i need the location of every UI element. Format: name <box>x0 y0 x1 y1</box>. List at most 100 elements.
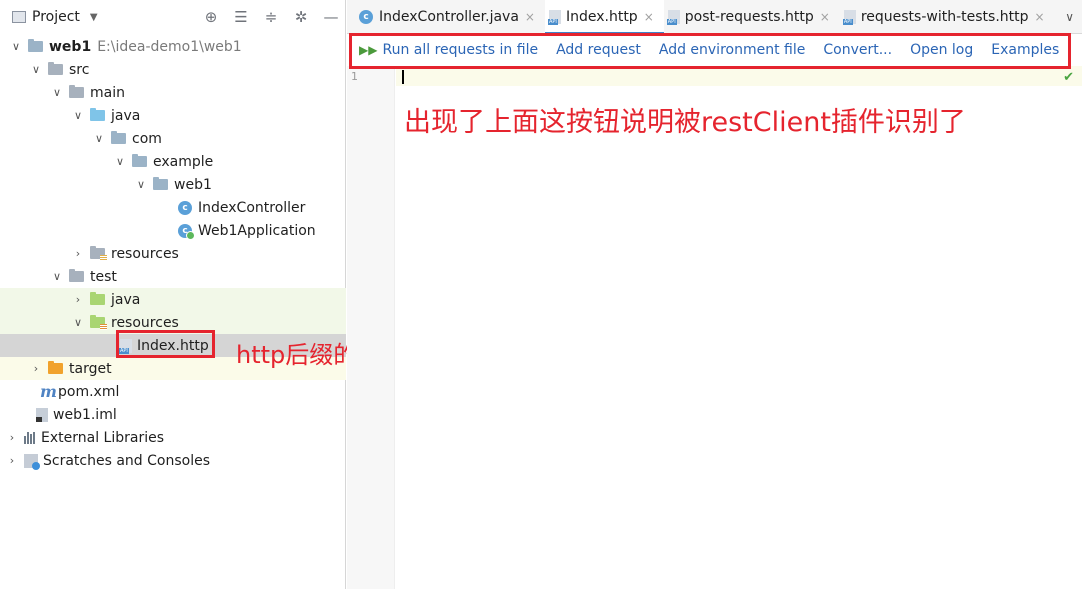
current-line-highlight <box>396 66 1082 86</box>
editor-gutter <box>347 66 395 589</box>
chevron-down-icon: ▼ <box>89 11 98 23</box>
chevron-down-icon[interactable]: ∨ <box>135 178 147 191</box>
class-icon: c <box>359 9 373 24</box>
tree-item-src[interactable]: ∨ src <box>0 58 346 81</box>
project-window-icon <box>12 11 26 23</box>
tree-item-pom-xml[interactable]: ∨ m pom.xml <box>0 380 346 403</box>
chevron-down-icon[interactable]: ∨ <box>72 109 84 122</box>
close-icon[interactable]: × <box>525 10 535 24</box>
scratches-icon <box>24 453 40 470</box>
close-icon[interactable]: × <box>644 10 654 24</box>
run-all-label: Run all requests in file <box>382 42 539 58</box>
tab-indexcontroller-java[interactable]: c IndexController.java × <box>355 0 545 34</box>
library-icon <box>24 431 35 444</box>
close-icon[interactable]: × <box>820 10 830 24</box>
tree-item-label: web1 <box>174 176 212 193</box>
tree-item-label: Index.http <box>137 337 209 354</box>
chevron-right-icon[interactable]: › <box>6 454 18 467</box>
chevron-down-icon[interactable]: ∨ <box>72 316 84 329</box>
tree-item-com[interactable]: ∨ com <box>0 127 346 150</box>
module-path: E:\idea-demo1\web1 <box>97 38 242 55</box>
tree-item-web1-iml[interactable]: web1.iml <box>0 403 346 426</box>
class-icon: c <box>178 200 192 215</box>
add-environment-file-button[interactable]: Add environment file <box>659 42 806 58</box>
chevron-down-icon[interactable]: ∨ <box>93 132 105 145</box>
add-request-button[interactable]: Add request <box>556 42 641 58</box>
tree-item-label: example <box>153 153 214 170</box>
resources-folder-icon <box>90 246 107 261</box>
checkmark-icon: ✔ <box>1063 70 1074 85</box>
tree-item-label: Scratches and Consoles <box>43 452 210 469</box>
chevron-right-icon[interactable]: › <box>72 247 84 260</box>
annotation-toolbar-note: 出现了上面这按钮说明被restClient插件识别了 <box>404 107 966 138</box>
tree-item-indexcontroller[interactable]: ∨ c IndexController <box>0 196 346 219</box>
folder-icon <box>69 269 84 282</box>
project-panel-title: Project <box>32 9 80 25</box>
test-source-folder-icon <box>90 292 105 305</box>
tree-item-main-resources[interactable]: › resources <box>0 242 346 265</box>
tab-label: Index.http <box>565 8 638 25</box>
tree-item-label: web1.iml <box>53 406 117 423</box>
chevron-down-icon[interactable]: ∨ <box>51 86 63 99</box>
iml-file-icon <box>36 407 48 422</box>
test-resources-folder-icon <box>90 315 107 330</box>
tree-item-label: External Libraries <box>41 429 164 446</box>
tree-item-web1-package[interactable]: ∨ web1 <box>0 173 346 196</box>
tree-item-scratches-and-consoles[interactable]: › Scratches and Consoles <box>0 449 346 472</box>
chevron-down-icon[interactable]: ∨ <box>114 155 126 168</box>
chevron-right-icon[interactable]: › <box>30 362 42 375</box>
expand-all-icon[interactable]: ≑ <box>263 8 279 26</box>
tree-item-label: pom.xml <box>58 383 120 400</box>
project-panel-header: Project ▼ ⊕ ☰ ≑ ✲ — <box>0 0 345 34</box>
tree-item-test[interactable]: ∨ test <box>0 265 346 288</box>
tree-item-label: IndexController <box>198 199 306 216</box>
tree-item-test-java[interactable]: › java <box>0 288 346 311</box>
http-file-icon <box>666 9 680 25</box>
chevron-down-icon[interactable]: ∨ <box>51 270 63 283</box>
source-folder-icon <box>90 108 105 121</box>
project-header-tools: ⊕ ☰ ≑ ✲ — <box>203 8 339 26</box>
maven-icon: m <box>40 382 57 401</box>
line-number: 1 <box>351 70 358 83</box>
project-tool-window: Project ▼ ⊕ ☰ ≑ ✲ — ∨ web1 E:\idea-demo1… <box>0 0 346 589</box>
chevron-right-icon[interactable]: › <box>72 293 84 306</box>
tree-item-label: Web1Application <box>198 222 316 239</box>
run-all-requests-button[interactable]: ▶▶ Run all requests in file <box>359 42 538 58</box>
tab-post-requests-http[interactable]: post-requests.http × <box>664 0 840 34</box>
tree-item-label: web1 <box>49 38 92 55</box>
tab-requests-with-tests-http[interactable]: requests-with-tests.http × <box>840 0 1055 34</box>
editor-tab-bar: c IndexController.java × Index.http × po… <box>347 0 1082 35</box>
hide-panel-icon[interactable]: — <box>323 8 339 26</box>
gear-icon[interactable]: ✲ <box>293 8 309 26</box>
run-all-icon: ▶▶ <box>359 43 378 57</box>
tree-item-external-libraries[interactable]: › External Libraries <box>0 426 346 449</box>
chevron-down-icon[interactable]: ∨ <box>1065 10 1074 24</box>
http-file-icon <box>842 9 856 25</box>
http-file-icon <box>547 9 561 25</box>
tree-item-main-java[interactable]: ∨ java <box>0 104 346 127</box>
tree-item-label: java <box>111 107 141 124</box>
close-icon[interactable]: × <box>1035 10 1045 24</box>
project-view-selector[interactable]: Project ▼ <box>12 9 98 25</box>
examples-button[interactable]: Examples <box>991 42 1059 58</box>
tree-item-web1application[interactable]: ∨ c Web1Application <box>0 219 346 242</box>
project-tree: ∨ web1 E:\idea-demo1\web1 ∨ src ∨ main ∨… <box>0 35 346 472</box>
chevron-down-icon[interactable]: ∨ <box>10 40 22 53</box>
excluded-folder-icon <box>48 361 63 374</box>
convert-button[interactable]: Convert... <box>823 42 892 58</box>
spring-boot-app-icon: c <box>178 223 195 240</box>
module-folder-icon <box>28 39 43 52</box>
open-log-button[interactable]: Open log <box>910 42 973 58</box>
collapse-all-icon[interactable]: ☰ <box>233 8 249 26</box>
tree-item-test-resources[interactable]: ∨ resources <box>0 311 346 334</box>
tree-item-web1-module[interactable]: ∨ web1 E:\idea-demo1\web1 <box>0 35 346 58</box>
http-client-toolbar: ▶▶ Run all requests in file Add request A… <box>347 34 1082 66</box>
tree-item-label: resources <box>111 314 179 331</box>
package-icon <box>153 177 168 190</box>
locate-file-icon[interactable]: ⊕ <box>203 8 219 26</box>
tree-item-main[interactable]: ∨ main <box>0 81 346 104</box>
tree-item-example[interactable]: ∨ example <box>0 150 346 173</box>
chevron-down-icon[interactable]: ∨ <box>30 63 42 76</box>
tab-index-http[interactable]: Index.http × <box>544 0 664 35</box>
chevron-right-icon[interactable]: › <box>6 431 18 444</box>
